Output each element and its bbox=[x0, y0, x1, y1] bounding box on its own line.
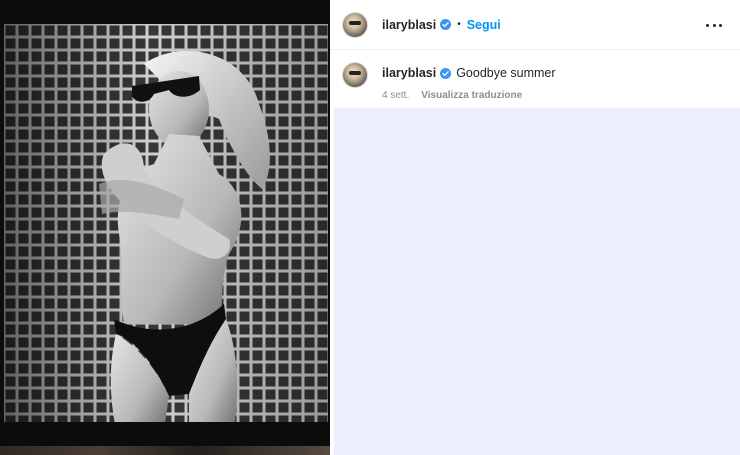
header-separator: • bbox=[457, 19, 461, 30]
caption-username[interactable]: ilaryblasi bbox=[382, 66, 436, 80]
post-time-ago[interactable]: 4 sett. bbox=[382, 90, 409, 101]
post-photo[interactable] bbox=[4, 24, 328, 430]
post-header: ilaryblasi • Segui bbox=[330, 0, 740, 50]
comments-area bbox=[334, 108, 740, 455]
caption-author-avatar[interactable] bbox=[342, 62, 368, 88]
caption-line: ilaryblasi Goodbye summer bbox=[382, 66, 556, 80]
media-bottom-strip bbox=[0, 446, 330, 455]
post-photo-image bbox=[4, 24, 328, 430]
follow-button[interactable]: Segui bbox=[467, 18, 501, 32]
caption-meta: 4 sett. Visualizza traduzione bbox=[382, 90, 556, 101]
author-username[interactable]: ilaryblasi bbox=[382, 18, 436, 32]
author-avatar[interactable] bbox=[342, 11, 368, 38]
see-translation-link[interactable]: Visualizza traduzione bbox=[421, 90, 522, 101]
more-options-icon[interactable] bbox=[706, 17, 722, 33]
caption-row: ilaryblasi Goodbye summer 4 sett. Visual… bbox=[330, 50, 740, 108]
caption-verified-badge-icon bbox=[440, 67, 452, 79]
verified-badge-icon bbox=[440, 19, 452, 30]
media-panel bbox=[0, 0, 330, 455]
caption-block: ilaryblasi Goodbye summer 4 sett. Visual… bbox=[382, 62, 556, 108]
post-side-panel: ilaryblasi • Segui ilaryblasi Goodbye su… bbox=[330, 0, 740, 455]
caption-text: Goodbye summer bbox=[456, 66, 556, 80]
